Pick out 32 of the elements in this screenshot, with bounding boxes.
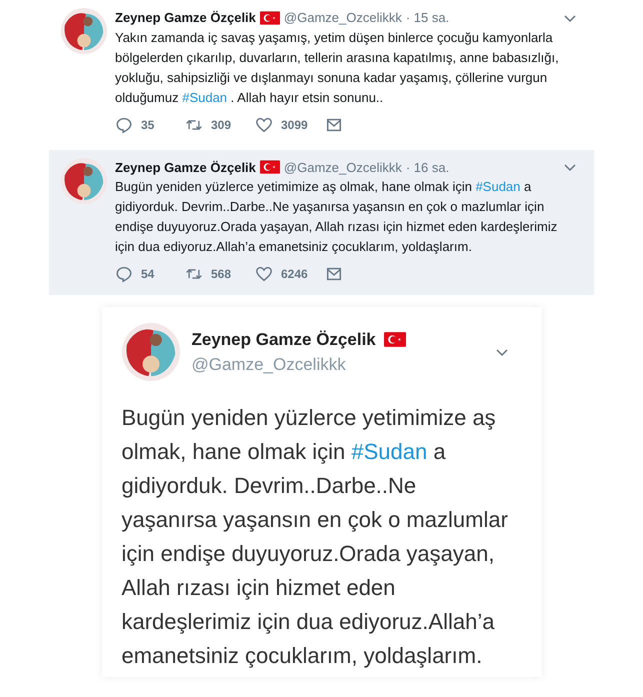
avatar[interactable] — [61, 8, 107, 54]
reply-count: 54 — [141, 266, 154, 283]
reply-icon[interactable] — [115, 265, 133, 283]
author-name: Zeynep Gamze Özçelik — [192, 328, 376, 350]
hashtag-link[interactable]: #Sudan — [476, 179, 520, 194]
tweet-text: Yakın zamanda iç savaş yaşamış, yetim düşen binlerce çocuğu kamyonlarla bölgelerden çıkarılıp, duvarların, tellerin arasına kapatılmış, anne babasızlığı, yokluğu, sahipsizliği ve dışlanmayı sonuna kadar yaşamış, çöllerine vurgun olduğumuz #Sudan . Allah hayır etsin sonunu.. — [115, 28, 560, 107]
avatar — [122, 323, 180, 381]
heart-icon[interactable] — [255, 116, 273, 134]
author-handle[interactable]: @Gamze_Ozcelikkk — [284, 8, 402, 28]
tweet-card[interactable] — [49, 150, 594, 295]
flag-icon — [384, 332, 406, 347]
author-handle[interactable]: @Gamze_Ozcelikkk — [284, 158, 402, 177]
hashtag-link[interactable]: #Sudan — [351, 439, 428, 464]
author-name[interactable]: Zeynep Gamze Özçelik — [115, 8, 256, 28]
author-name[interactable]: Zeynep Gamze Özçelik — [115, 158, 256, 177]
tweet-text: Bugün yeniden yüzlerce yetimimize aş olmak, hane olmak için #Sudan a gidiyorduk. Devrim..Darbe..Ne yaşanırsa yaşansın en çok o mazlumlar için endişe duyuyoruz.Orada yaşayan, Allah rızası için hizmet eden kardeşlerimiz için dua ediyoruz.Allah’a emanetsiniz çocuklarım, yoldaşlarım. — [115, 178, 558, 256]
tweet-time[interactable]: · 15 sa. — [406, 8, 450, 28]
envelope-icon[interactable] — [325, 265, 343, 283]
flag-icon — [260, 10, 280, 25]
tweet-time[interactable]: · 16 sa. — [406, 158, 450, 177]
tweet-text: Bugün yeniden yüzlerce yetimimize aş olmak, hane olmak için #Sudan a gidiyorduk. Devrim..Darbe..Ne yaşanırsa yaşansın en çok o mazlumlar için endişe duyuyoruz.Orada yaşayan, Allah rızası için hizmet eden kardeşlerimiz için dua ediyoruz.Allah’a emanetsiniz çocuklarım, yoldaşlarım. — [122, 404, 509, 670]
reply-icon[interactable] — [115, 116, 133, 134]
avatar[interactable] — [61, 158, 107, 204]
author-handle: @Gamze_Ozcelikkk — [192, 354, 347, 376]
retweet-count: 309 — [211, 116, 232, 134]
retweet-count: 568 — [211, 266, 232, 283]
like-count: 6246 — [281, 266, 308, 283]
flag-icon — [260, 160, 280, 174]
heart-icon[interactable] — [255, 265, 273, 283]
like-count: 3099 — [281, 116, 308, 134]
hashtag-link[interactable]: #Sudan — [182, 90, 228, 104]
reply-count: 35 — [141, 116, 154, 134]
